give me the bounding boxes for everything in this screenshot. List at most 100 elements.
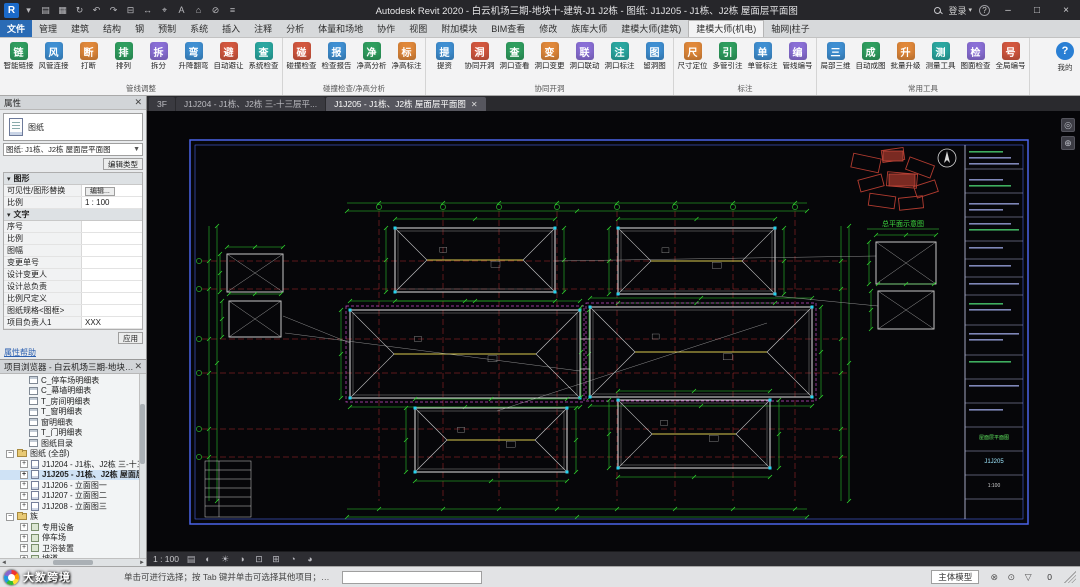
ribbon-tab-18[interactable]: 建模大师(机电): [688, 20, 765, 37]
tree-item[interactable]: 窗明细表: [0, 417, 146, 428]
default-3d-view-icon[interactable]: ⌂: [192, 5, 205, 15]
ribbon-tool[interactable]: 测测量工具: [923, 39, 958, 70]
property-value[interactable]: [82, 281, 142, 292]
vertical-scrollbar[interactable]: [139, 374, 146, 558]
expander-icon[interactable]: +: [20, 491, 28, 500]
ribbon-tool[interactable]: 报检查报告: [319, 39, 354, 70]
ribbon-tab-16[interactable]: 族库大师: [564, 20, 614, 37]
temporary-hide-isolate-icon[interactable]: ◔: [287, 554, 299, 565]
view-tab-0[interactable]: 3F: [149, 97, 175, 111]
ribbon-tool[interactable]: 号全局编号: [993, 39, 1028, 70]
tree-item[interactable]: T_门明细表: [0, 428, 146, 439]
ribbon-tab-8[interactable]: 注释: [247, 20, 279, 37]
ribbon-tab-0[interactable]: 文件: [0, 20, 33, 37]
property-value[interactable]: 1 : 100: [82, 197, 142, 208]
thin-lines-icon[interactable]: ≡: [226, 5, 239, 15]
view-scale[interactable]: 1 : 100: [153, 554, 179, 564]
ribbon-tool[interactable]: 洞协同开洞: [462, 39, 497, 70]
help-icon[interactable]: ?: [979, 4, 990, 16]
design-option-box[interactable]: 主体模型: [931, 570, 980, 584]
selection-filter-icon[interactable]: ▽: [1021, 572, 1035, 583]
tree-item[interactable]: + 停车场: [0, 533, 146, 544]
tree-item[interactable]: + 专用设备: [0, 522, 146, 533]
ribbon-tab-2[interactable]: 建筑: [64, 20, 96, 37]
open-icon[interactable]: ▤: [39, 5, 52, 16]
ribbon-tab-14[interactable]: BIM查看: [484, 20, 532, 37]
property-value[interactable]: XXX: [82, 317, 142, 328]
property-group-header[interactable]: ▾ 文字: [4, 209, 142, 221]
tree-item[interactable]: C_停车场明细表: [0, 375, 146, 386]
view-tab-2[interactable]: J1J205 - J1栋、J2栋 屋面层平面图 ✕: [326, 97, 486, 111]
detail-level-icon[interactable]: ▤: [185, 554, 197, 565]
close-button[interactable]: ×: [1055, 5, 1077, 16]
ribbon-tab-17[interactable]: 建模大师(建筑): [614, 20, 688, 37]
ribbon-tool[interactable]: 断打断: [71, 39, 106, 70]
tree-item[interactable]: + J1J208 - 立面图三: [0, 501, 146, 512]
reveal-hidden-elements-icon[interactable]: ◕: [304, 554, 316, 565]
expander-icon[interactable]: +: [20, 544, 28, 553]
ribbon-tool[interactable]: 三局部三维: [818, 39, 853, 70]
ribbon-tool[interactable]: 成自动成图: [853, 39, 888, 70]
ribbon-tool[interactable]: 提提资: [427, 39, 462, 70]
tree-item[interactable]: − 图纸 (全部): [0, 448, 146, 460]
tree-item[interactable]: − 族: [0, 511, 146, 523]
edit-button[interactable]: 编辑...: [85, 187, 115, 196]
ribbon-tool[interactable]: 净净高分析: [354, 39, 389, 70]
tree-item[interactable]: + 坡道: [0, 554, 146, 558]
tree-item[interactable]: + J1J204 - J1栋、J2栋 三-十三层平面: [0, 459, 146, 470]
print-icon[interactable]: ⊟: [124, 5, 137, 16]
ribbon-tool[interactable]: 尺尺寸定位: [675, 39, 710, 70]
ribbon-tool[interactable]: 拆拆分: [141, 39, 176, 70]
maximize-button[interactable]: □: [1026, 5, 1048, 16]
tree-item[interactable]: + J1J206 - 立面图一: [0, 480, 146, 491]
ribbon-tool[interactable]: 标净高标注: [389, 39, 424, 70]
save-icon[interactable]: ▦: [56, 5, 69, 16]
ribbon-tool[interactable]: 碰碰撞检查: [284, 39, 319, 70]
expander-icon[interactable]: +: [20, 470, 28, 479]
ribbon-tab-11[interactable]: 协作: [370, 20, 402, 37]
tree-item[interactable]: + 卫浴装置: [0, 543, 146, 554]
visual-style-icon[interactable]: ◐: [202, 554, 214, 565]
ribbon-tool[interactable]: 风风管连接: [36, 39, 71, 70]
type-selector[interactable]: 图纸: [3, 113, 143, 141]
property-value[interactable]: [82, 233, 142, 244]
expander-icon[interactable]: −: [6, 449, 14, 458]
ribbon-tool[interactable]: 检图面检查: [958, 39, 993, 70]
ribbon-tab-9[interactable]: 分析: [279, 20, 311, 37]
property-value[interactable]: [82, 293, 142, 304]
expander-icon[interactable]: +: [20, 460, 28, 469]
ribbon-tool[interactable]: 注洞口标注: [602, 39, 637, 70]
expander-icon[interactable]: +: [20, 554, 28, 558]
ribbon-tool[interactable]: 图留洞图: [637, 39, 672, 70]
property-value[interactable]: [82, 221, 142, 232]
tree-item[interactable]: T_窗明细表: [0, 407, 146, 418]
ribbon-tool[interactable]: 查洞口查看: [497, 39, 532, 70]
property-group-header[interactable]: ▾ 图形: [4, 173, 142, 185]
revit-logo-icon[interactable]: R: [4, 2, 19, 18]
app-menu-icon[interactable]: ▾: [22, 5, 35, 16]
tag-icon[interactable]: ⌖: [158, 5, 171, 16]
ribbon-tool[interactable]: 避自动避让: [211, 39, 246, 70]
ribbon-tab-13[interactable]: 附加模块: [434, 20, 484, 37]
sign-in-button[interactable]: 登录 ▾: [948, 4, 972, 17]
ribbon-tab-4[interactable]: 钢: [128, 20, 151, 37]
property-value[interactable]: [82, 269, 142, 280]
ribbon-tool[interactable]: 引多管引注: [710, 39, 745, 70]
ribbon-tool[interactable]: 弯升降翻弯: [176, 39, 211, 70]
ribbon-help-group[interactable]: ? 我的: [1050, 38, 1080, 95]
navigation-wheel-icon[interactable]: ◎: [1061, 118, 1075, 132]
text-icon[interactable]: A: [175, 5, 188, 15]
close-icon[interactable]: ✕: [134, 97, 142, 108]
horizontal-scrollbar[interactable]: ◄ ►: [0, 558, 146, 566]
ribbon-tool[interactable]: 排排列: [106, 39, 141, 70]
zoom-icon[interactable]: ⊕: [1061, 136, 1075, 150]
section-icon[interactable]: ⊘: [209, 5, 222, 16]
ribbon-tab-1[interactable]: 管理: [32, 20, 64, 37]
ribbon-tab-15[interactable]: 修改: [532, 20, 564, 37]
ribbon-tool[interactable]: 联洞口联动: [567, 39, 602, 70]
property-value[interactable]: [82, 245, 142, 256]
sync-with-central-icon[interactable]: ↻: [73, 5, 86, 16]
ribbon-tab-12[interactable]: 视图: [402, 20, 434, 37]
tree-item[interactable]: 图纸目录: [0, 438, 146, 449]
edit-type-button[interactable]: 编辑类型: [103, 158, 143, 170]
